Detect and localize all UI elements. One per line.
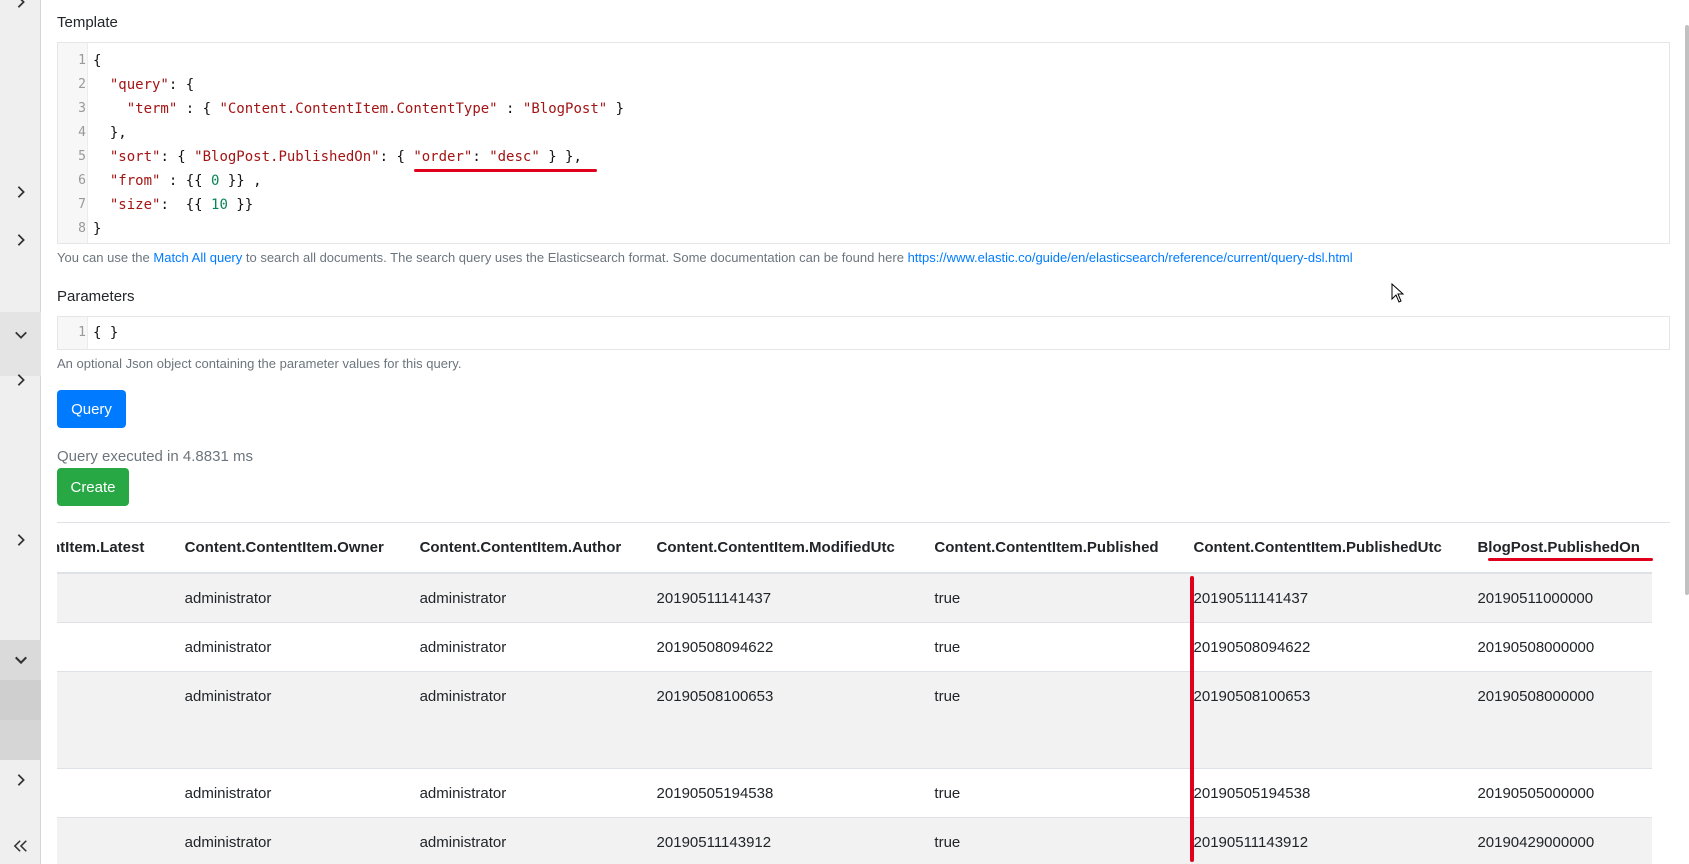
column-header: Content.ContentItem.Published (922, 523, 1182, 574)
code-line: 3 "term" : { "Content.ContentItem.Conten… (78, 101, 625, 117)
chevron-down-icon[interactable] (0, 640, 41, 680)
column-header: ntItem.Latest (57, 523, 173, 574)
column-header: BlogPost.PublishedOn (1465, 523, 1652, 574)
query-editor-panel: Template 1{ 2 "query": { 3 "term" : { "C… (57, 0, 1670, 864)
table-row: administrator administrator 20190508094622… (57, 621, 1652, 671)
template-label: Template (57, 14, 118, 31)
page-scrollbar[interactable] (1685, 25, 1689, 595)
code-line: 6 "from" : {{ 0 }} , (78, 173, 262, 189)
table-row: administrator administrator 20190511141437… (57, 572, 1652, 622)
code-line: 2 "query": { (78, 77, 195, 93)
annotation-underline (414, 169, 597, 172)
rail-section (0, 680, 41, 720)
template-editor[interactable]: 1{ 2 "query": { 3 "term" : { "Content.Co… (57, 42, 1670, 244)
chevron-right-icon[interactable] (0, 220, 41, 260)
code-line: 7 "size": {{ 10 }} (78, 197, 254, 213)
annotation-vertical-line (1190, 576, 1194, 862)
code-line: 4 }, (78, 125, 127, 141)
execution-status: Query executed in 4.8831 ms (57, 448, 253, 465)
column-header: Content.ContentItem.ModifiedUtc (644, 523, 923, 574)
chevron-right-icon[interactable] (0, 520, 41, 560)
create-button[interactable]: Create (57, 468, 129, 506)
table-row: administrator administrator 20190505194538… (57, 767, 1652, 817)
table-row: administrator administrator 20190511143912… (57, 816, 1652, 864)
parameters-editor[interactable]: 1{ } (57, 316, 1670, 350)
rail-section (0, 720, 41, 760)
sidebar-rail (0, 0, 41, 864)
code-line: 1{ (78, 53, 102, 69)
column-header: Content.ContentItem.Author (407, 523, 645, 574)
double-chevron-left-icon[interactable] (0, 826, 41, 864)
chevron-right-icon[interactable] (0, 0, 41, 22)
annotation-underline (1488, 558, 1653, 561)
code-line: 5 "sort": { "BlogPost.PublishedOn": { "o… (78, 149, 582, 165)
results-table: ntItem.Latest Content.ContentItem.Owner … (57, 522, 1670, 864)
elastic-docs-link[interactable]: https://www.elastic.co/guide/en/elastics… (908, 250, 1353, 265)
query-button[interactable]: Query (57, 390, 126, 428)
template-help: You can use the Match All query to searc… (57, 250, 1353, 265)
chevron-down-icon[interactable] (0, 315, 41, 355)
chevron-right-icon[interactable] (0, 172, 41, 212)
column-header: Content.ContentItem.PublishedUtc (1181, 523, 1466, 574)
column-header: Content.ContentItem.Owner (172, 523, 408, 574)
code-line: 8} (78, 221, 102, 237)
match-all-link[interactable]: Match All query (153, 250, 242, 265)
chevron-right-icon[interactable] (0, 360, 41, 400)
mouse-cursor-icon (1391, 283, 1405, 303)
table-row: administrator administrator 20190508100653… (57, 670, 1652, 768)
code-line: 1{ } (78, 325, 119, 341)
parameters-label: Parameters (57, 288, 135, 305)
parameters-help: An optional Json object containing the p… (57, 356, 462, 371)
chevron-right-icon[interactable] (0, 760, 41, 800)
